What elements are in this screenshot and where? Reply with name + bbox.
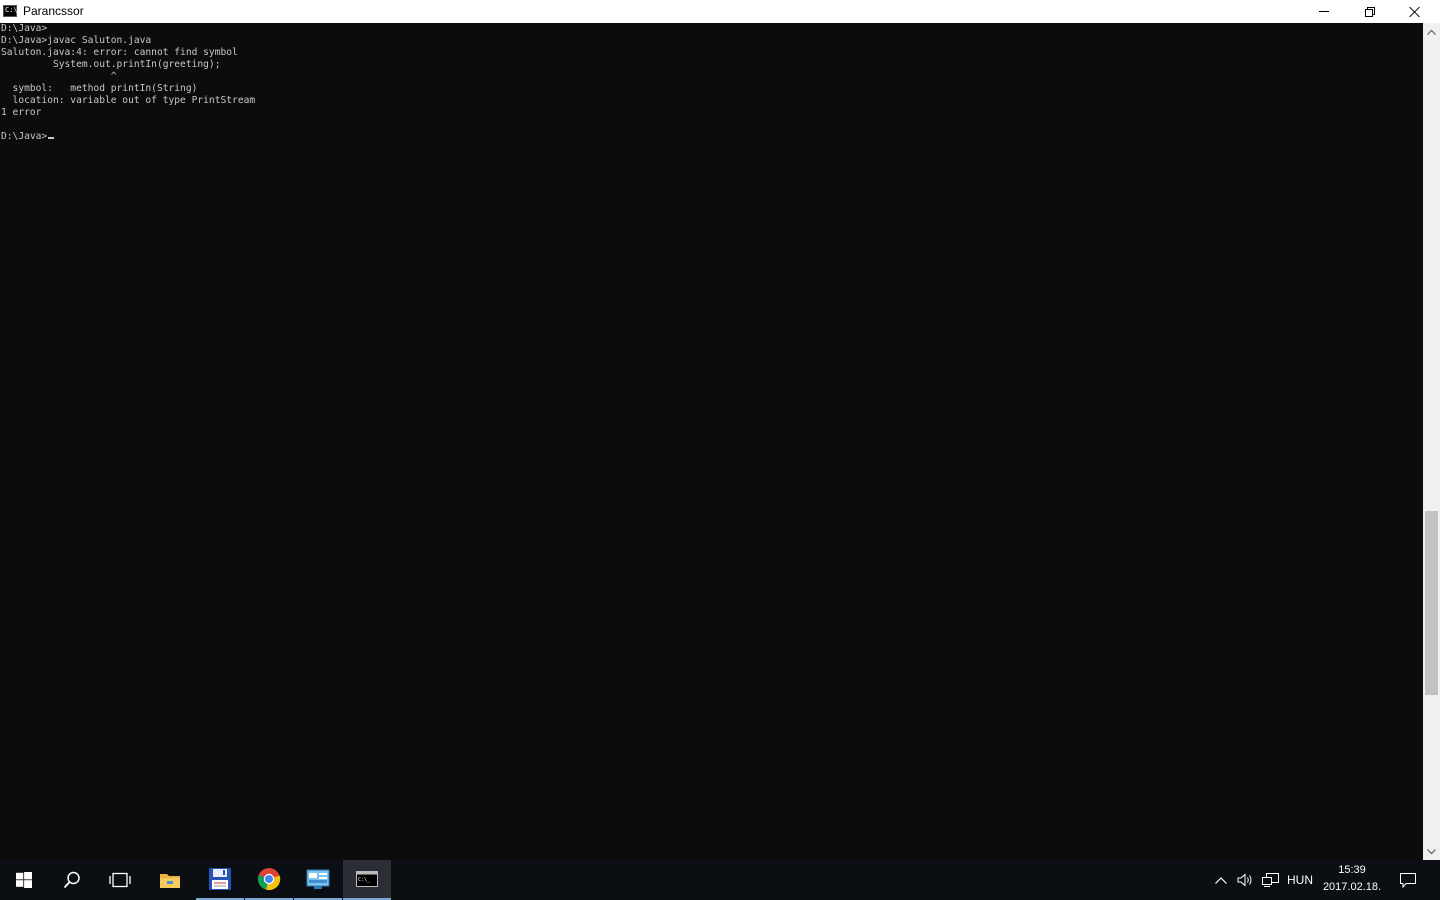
console-line: 1 error — [1, 107, 42, 118]
volume-button[interactable] — [1234, 860, 1256, 900]
file-explorer-icon — [160, 874, 180, 888]
command-prompt-window-icon[interactable]: C:\ — [3, 5, 18, 17]
console-line: location: variable out of type PrintStre… — [1, 95, 256, 106]
prompt-text: D:\Java> — [1, 131, 48, 142]
chevron-down-icon — [1427, 848, 1436, 854]
chevron-up-icon — [1427, 29, 1436, 35]
console-line: symbol: method printIn(String) — [1, 83, 198, 94]
network-button[interactable] — [1259, 860, 1281, 900]
chrome-icon — [257, 868, 281, 891]
clock-date: 2017.02.18. — [1322, 881, 1382, 893]
svg-text:C:\_: C:\_ — [358, 877, 371, 883]
console-line: System.out.printIn(greeting); — [1, 59, 221, 70]
vertical-scrollbar[interactable] — [1423, 23, 1440, 860]
file-explorer-button[interactable] — [146, 860, 194, 900]
task-view-icon — [109, 872, 131, 888]
clock-time: 15:39 — [1338, 864, 1366, 876]
close-icon — [1409, 6, 1421, 18]
minimize-button[interactable] — [1301, 0, 1347, 23]
restore-icon — [1365, 6, 1375, 17]
input-language-indicator[interactable]: HUN — [1281, 860, 1319, 900]
text-cursor — [48, 137, 55, 139]
scroll-down-button[interactable] — [1423, 843, 1440, 860]
console-line: Saluton.java:4: error: cannot find symbo… — [1, 47, 238, 58]
title-bar: C:\ Parancssor — [0, 0, 1440, 23]
search-icon — [63, 871, 80, 889]
notification-icon — [1400, 872, 1416, 888]
control-panel-icon — [306, 869, 330, 889]
console-line: ^ — [1, 71, 117, 82]
start-icon — [16, 872, 32, 888]
volume-icon — [1237, 873, 1252, 887]
search-button[interactable] — [48, 860, 96, 900]
command-prompt-icon: C:\_ — [356, 871, 378, 887]
scroll-thumb[interactable] — [1425, 511, 1438, 695]
clock[interactable]: 15:39 2017.02.18. — [1319, 860, 1385, 900]
minimize-icon — [1319, 11, 1329, 12]
chevron-up-icon — [1215, 876, 1227, 884]
save-app-icon — [209, 868, 231, 890]
close-button[interactable] — [1392, 0, 1438, 23]
chrome-button[interactable] — [245, 860, 293, 900]
scroll-up-button[interactable] — [1423, 23, 1440, 40]
start-button[interactable] — [0, 860, 48, 900]
network-icon — [1261, 873, 1279, 887]
window-title: Parancssor — [23, 4, 84, 18]
control-panel-button[interactable] — [294, 860, 342, 900]
show-hidden-icons-button[interactable] — [1211, 860, 1231, 900]
command-prompt-button[interactable]: C:\_ — [343, 860, 391, 900]
action-center-button[interactable] — [1392, 860, 1424, 900]
console-line: D:\Java> — [1, 23, 48, 34]
restore-button[interactable] — [1347, 0, 1393, 23]
console-output[interactable]: D:\Java> D:\Java>javac Saluton.java Salu… — [0, 23, 1423, 860]
save-app-button[interactable] — [196, 860, 244, 900]
window-icon-text: C:\ — [5, 6, 18, 14]
console-line: D:\Java>javac Saluton.java — [1, 35, 152, 46]
prompt-line[interactable]: D:\Java> — [1, 131, 55, 143]
taskbar: C:\_ HUN 15:39 2017.02.18. — [0, 860, 1440, 900]
task-view-button[interactable] — [96, 860, 144, 900]
